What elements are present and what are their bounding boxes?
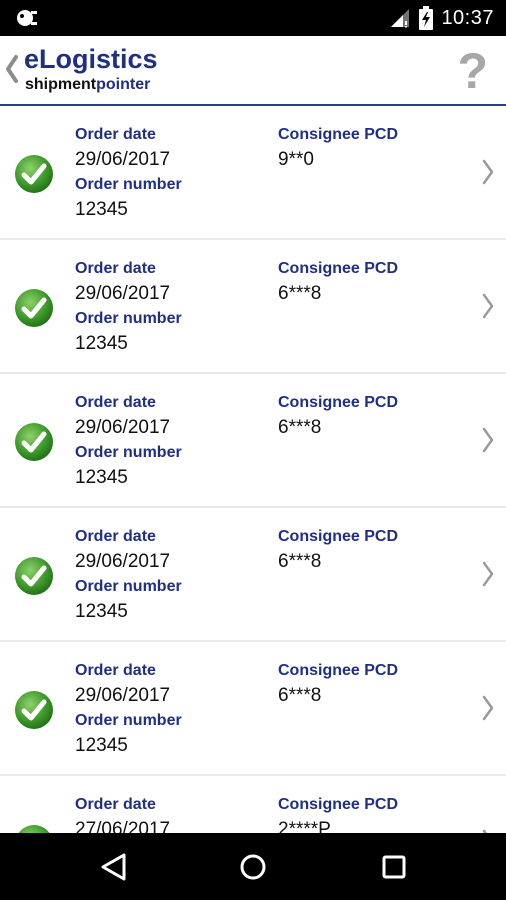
order-date-value: 29/06/2017 <box>75 283 171 304</box>
order-row[interactable]: Order date 29/06/2017 Order number 12345 Con… <box>0 240 506 374</box>
consignee-pcd-value: 2****P <box>278 819 331 833</box>
order-number-value: 12345 <box>75 199 128 220</box>
status-indicators: 10:37 <box>389 0 494 36</box>
battery-icon <box>419 6 434 30</box>
order-number-label: Order number <box>75 176 182 193</box>
nav-recent-apps-icon[interactable] <box>377 850 411 884</box>
order-row[interactable]: Order date27/06/2017Order numberConsigne… <box>0 776 506 833</box>
order-number-label: Order number <box>75 310 182 327</box>
order-date-label: Order date <box>75 394 156 411</box>
consignee-pcd-label: Consignee PCD <box>278 528 399 545</box>
check-icon <box>15 289 53 327</box>
consignee-pcd-label: Consignee PCD <box>278 662 399 679</box>
check-icon <box>15 557 53 595</box>
order-row[interactable]: Order date 29/06/2017 Order number 12345 Con… <box>0 374 506 508</box>
consignee-pcd-value: 6***8 <box>278 551 322 572</box>
order-row[interactable]: Order date 29/06/2017 Order number 12345 Con… <box>0 642 506 776</box>
order-list: Order date 29/06/2017 Order number 12345 Con… <box>0 106 506 833</box>
order-date-value: 27/06/2017 <box>75 819 171 833</box>
order-date-label: Order date <box>75 126 156 143</box>
order-number-label: Order number <box>75 712 182 729</box>
consignee-pcd-label: Consignee PCD <box>278 394 399 411</box>
order-date-value: 29/06/2017 <box>75 685 171 706</box>
app-logo-subtitle-prefix: shipment <box>25 76 97 93</box>
check-icon <box>15 423 53 461</box>
check-icon <box>15 155 53 193</box>
consignee-pcd-label: Consignee PCD <box>278 260 399 277</box>
chevron-right-icon[interactable] <box>482 561 494 587</box>
consignee-pcd-label: Consignee PCD <box>278 126 399 143</box>
consignee-pcd-value: 6***8 <box>278 283 322 304</box>
chevron-right-icon[interactable] <box>482 293 494 319</box>
order-date-value: 29/06/2017 <box>75 149 171 170</box>
order-number-value: 12345 <box>75 467 128 488</box>
consignee-pcd-label: Consignee PCD <box>278 796 399 813</box>
app-logo-title: eLogistics <box>24 44 158 74</box>
chevron-right-icon[interactable] <box>482 427 494 453</box>
status-bar: 10:37 <box>0 0 506 36</box>
chevron-right-icon[interactable] <box>482 695 494 721</box>
consignee-pcd-value: 6***8 <box>278 417 322 438</box>
app-screen: 10:37 eLogistics shipmentpointer ? Order… <box>0 0 506 900</box>
order-number-value: 12345 <box>75 735 128 756</box>
order-number-label: Order number <box>75 444 182 461</box>
consignee-pcd-value: 6***8 <box>278 685 322 706</box>
app-header: eLogistics shipmentpointer ? <box>0 36 506 106</box>
order-row[interactable]: Order date 29/06/2017 Order number 12345 Con… <box>0 508 506 642</box>
help-icon[interactable]: ? <box>457 46 488 96</box>
check-icon <box>18 825 50 833</box>
app-logo-prefix: e <box>24 44 40 74</box>
app-logo-subtitle: shipmentpointer <box>25 76 150 94</box>
order-date-label: Order date <box>75 528 156 545</box>
order-number-value: 12345 <box>75 601 128 622</box>
order-date-value: 29/06/2017 <box>75 417 171 438</box>
app-logo-main: Logistics <box>39 44 158 74</box>
order-date-label: Order date <box>75 260 156 277</box>
order-date-value: 29/06/2017 <box>75 551 171 572</box>
notification-icon <box>17 10 37 26</box>
consignee-pcd-value: 9**0 <box>278 149 314 170</box>
order-number-value: 12345 <box>75 333 128 354</box>
order-date-label: Order date <box>75 796 156 813</box>
status-time: 10:37 <box>441 6 494 29</box>
nav-back-icon[interactable] <box>97 850 131 884</box>
navigation-bar <box>0 833 506 900</box>
signal-icon <box>389 8 411 28</box>
order-row[interactable]: Order date 29/06/2017 Order number 12345 Con… <box>0 106 506 240</box>
app-logo-subtitle-accent: pointer <box>96 76 151 93</box>
chevron-right-icon[interactable] <box>482 159 494 185</box>
order-date-label: Order date <box>75 662 156 679</box>
back-chevron-icon[interactable] <box>4 54 20 84</box>
nav-home-icon[interactable] <box>236 850 270 884</box>
check-icon <box>15 691 53 729</box>
order-number-label: Order number <box>75 578 182 595</box>
